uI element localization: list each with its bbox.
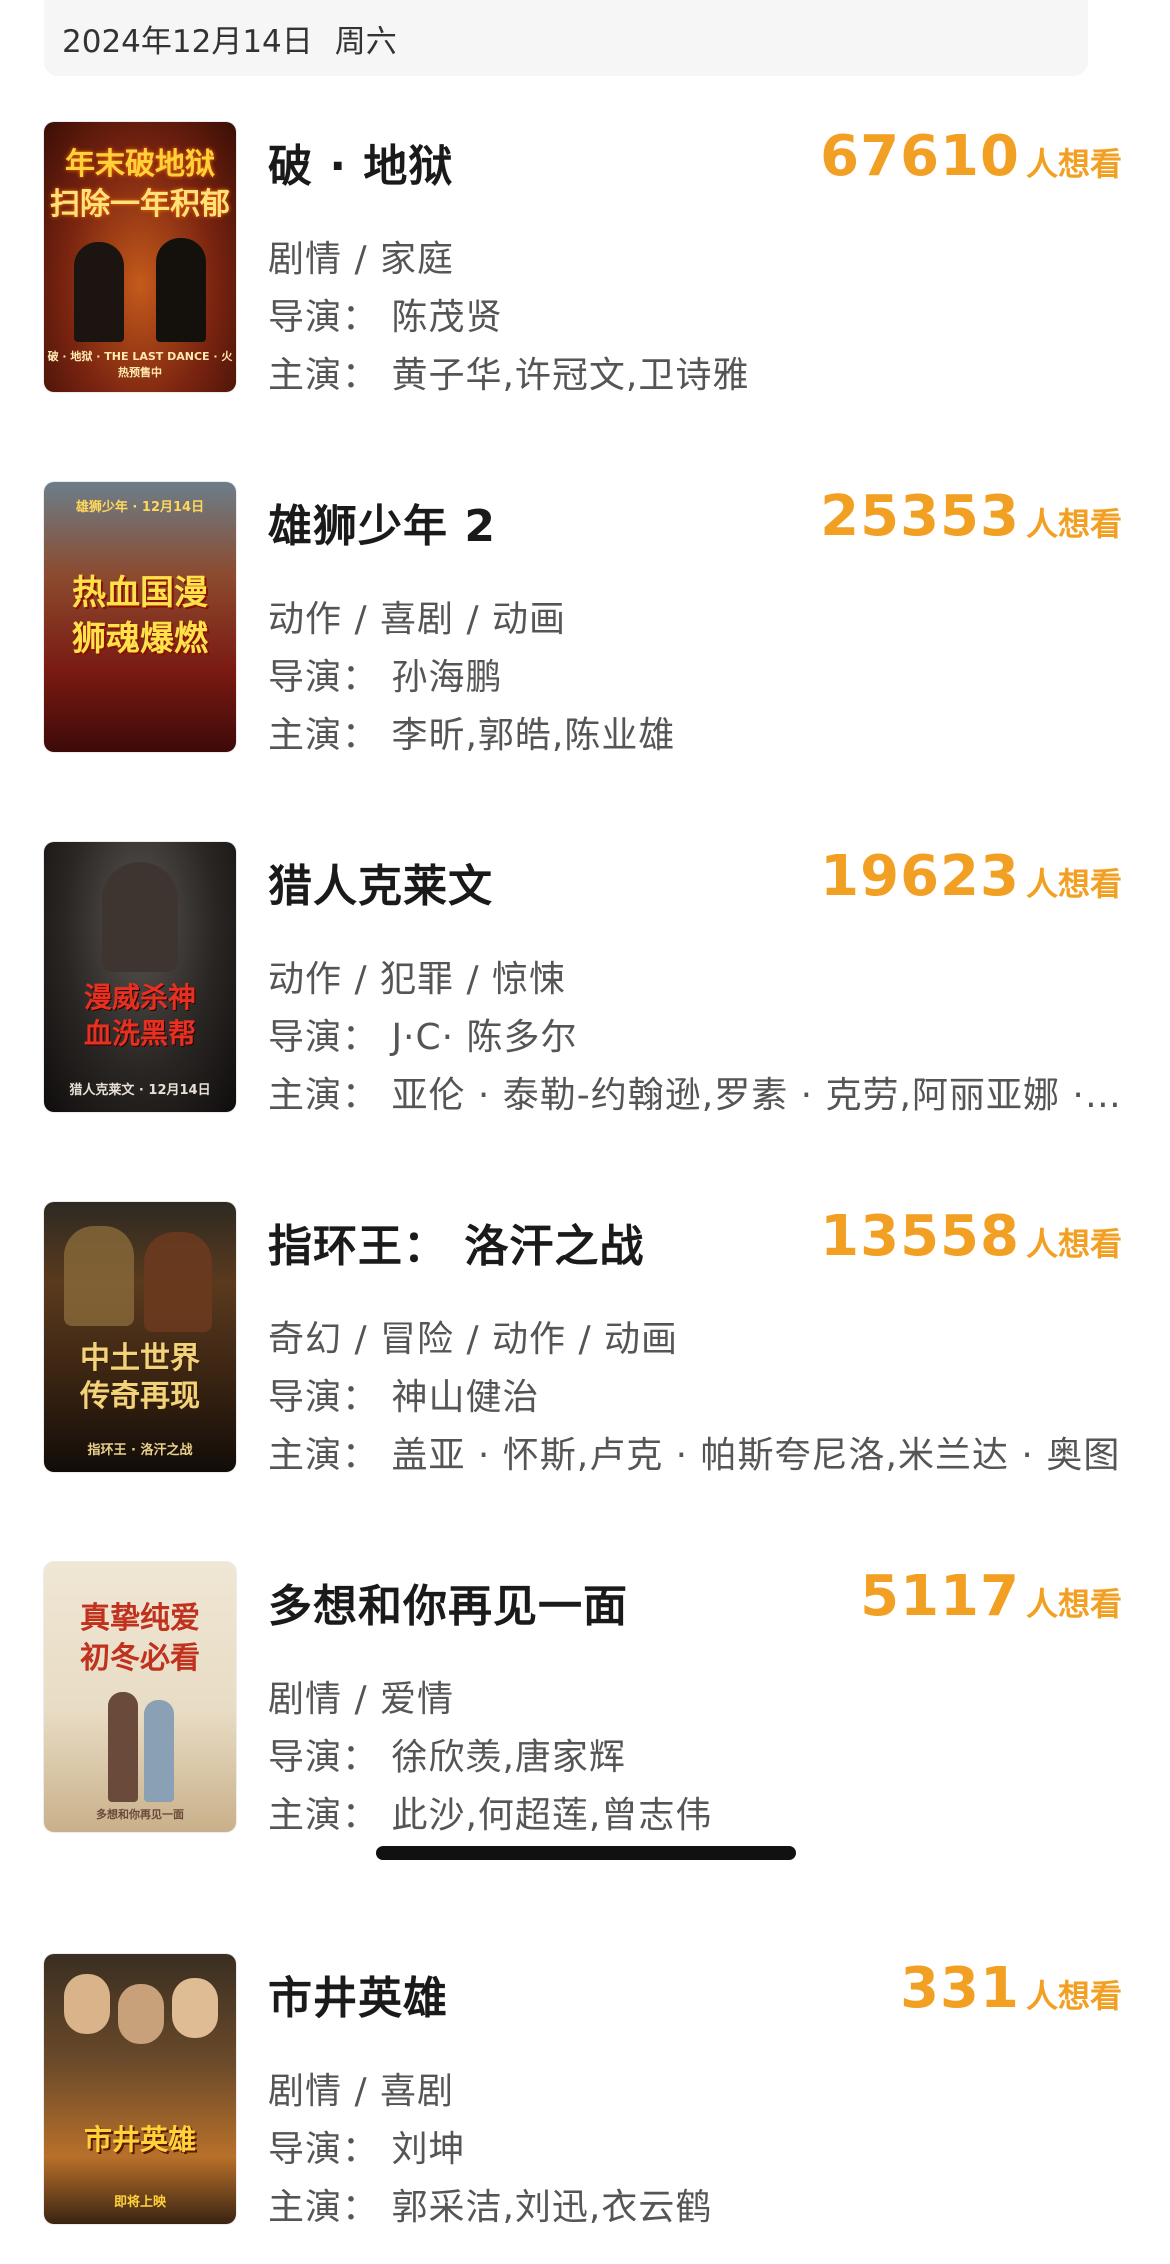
want-number: 331 — [900, 1956, 1020, 2021]
poster-figure — [102, 862, 178, 972]
movie-card[interactable]: 年末破地狱 扫除一年积郁 破 · 地狱 · THE LAST DANCE · 火… — [0, 122, 1170, 396]
movie-poster[interactable]: 漫威杀神 血洗黑帮 猎人克莱文 · 12月14日 — [44, 842, 236, 1112]
movie-actors: 主演： 郭采洁,刘迅,衣云鹤 — [268, 2187, 713, 2228]
movie-actors: 主演： 黄子华,许冠文,卫诗雅 — [268, 355, 750, 396]
movie-genre: 动作 / 喜剧 / 动画 — [268, 599, 567, 640]
poster-figure — [64, 1974, 110, 2034]
weekday-label: 周六 — [334, 23, 397, 60]
want-number: 19623 — [820, 844, 1020, 909]
movie-director: 导演： 神山健治 — [268, 1377, 540, 1418]
movie-poster[interactable]: 市井英雄 即将上映 — [44, 1954, 236, 2224]
want-suffix: 人想看 — [1025, 505, 1122, 543]
poster-figure — [144, 1700, 174, 1802]
poster-figure — [156, 238, 206, 342]
poster-figure — [118, 1984, 164, 2044]
poster-caption: 指环王 · 洛汗之战 — [87, 1443, 193, 1458]
poster-tagline: 狮魂爆燃 — [72, 619, 208, 659]
poster-tagline: 中土世界 — [80, 1341, 200, 1376]
want-suffix: 人想看 — [1025, 145, 1122, 183]
date-label: 2024年12月14日 — [62, 23, 313, 60]
movie-card[interactable]: 漫威杀神 血洗黑帮 猎人克莱文 · 12月14日 猎人克莱文 19623 人想看… — [0, 842, 1170, 1116]
movie-genre: 剧情 / 家庭 — [268, 239, 455, 280]
want-count: 19623 人想看 — [820, 844, 1122, 909]
want-suffix: 人想看 — [1025, 1585, 1122, 1623]
movie-poster[interactable]: 年末破地狱 扫除一年积郁 破 · 地狱 · THE LAST DANCE · 火… — [44, 122, 236, 392]
movie-genre: 奇幻 / 冒险 / 动作 / 动画 — [268, 1319, 679, 1360]
poster-tagline: 传奇再现 — [80, 1379, 200, 1414]
movie-actors: 主演： 亚伦 · 泰勒-约翰逊,罗素 · 克劳,阿丽亚娜 · 德博斯 — [268, 1075, 1130, 1116]
movie-card[interactable]: 真挚纯爱 初冬必看 多想和你再见一面 多想和你再见一面 5117 人想看 剧情 … — [0, 1562, 1170, 1836]
movie-director: 导演： J·C· 陈多尔 — [268, 1017, 578, 1058]
movie-title[interactable]: 破 · 地狱 — [268, 130, 453, 194]
movie-actors: 主演： 盖亚 · 怀斯,卢克 · 帕斯夸尼洛,米兰达 · 奥图 — [268, 1435, 1121, 1476]
want-count: 5117 人想看 — [860, 1564, 1122, 1629]
want-suffix: 人想看 — [1025, 1225, 1122, 1263]
movie-card[interactable]: 中土世界 传奇再现 指环王 · 洛汗之战 指环王： 洛汗之战 13558 人想看… — [0, 1202, 1170, 1476]
poster-figure — [172, 1978, 218, 2038]
want-count: 67610 人想看 — [820, 124, 1122, 189]
poster-figure — [108, 1692, 138, 1802]
want-number: 67610 — [820, 124, 1020, 189]
movie-director: 导演： 徐欣羡,唐家辉 — [268, 1737, 626, 1778]
movie-title[interactable]: 雄狮少年 2 — [268, 490, 496, 554]
movie-title[interactable]: 多想和你再见一面 — [268, 1570, 628, 1634]
poster-tagline: 漫威杀神 — [83, 981, 196, 1014]
want-count: 13558 人想看 — [820, 1204, 1122, 1269]
movie-actors: 主演： 此沙,何超莲,曾志伟 — [268, 1795, 713, 1836]
date-header: 2024年12月14日 周六 — [44, 0, 1088, 76]
poster-tagline: 年末破地狱 — [65, 147, 215, 182]
want-count: 331 人想看 — [900, 1956, 1122, 2021]
poster-caption: 雄狮少年 · 12月14日 — [75, 500, 205, 515]
want-suffix: 人想看 — [1025, 865, 1122, 903]
movie-title[interactable]: 猎人克莱文 — [268, 850, 493, 914]
want-suffix: 人想看 — [1025, 1977, 1122, 2015]
home-indicator[interactable] — [376, 1846, 796, 1860]
poster-caption: 破 · 地狱 · THE LAST DANCE · 火热预售中 — [47, 350, 233, 379]
movie-title[interactable]: 市井英雄 — [268, 1962, 448, 2026]
poster-figure — [144, 1232, 212, 1332]
movie-poster[interactable]: 雄狮少年 · 12月14日 热血国漫 狮魂爆燃 — [44, 482, 236, 752]
want-number: 5117 — [860, 1564, 1020, 1629]
poster-tagline: 市井英雄 — [83, 2123, 196, 2156]
poster-tagline: 热血国漫 — [72, 573, 208, 613]
want-number: 25353 — [820, 484, 1020, 549]
poster-caption: 多想和你再见一面 — [96, 1808, 184, 1821]
want-count: 25353 人想看 — [820, 484, 1122, 549]
poster-figure — [64, 1226, 134, 1326]
movie-poster[interactable]: 真挚纯爱 初冬必看 多想和你再见一面 — [44, 1562, 236, 1832]
poster-tagline: 真挚纯爱 — [80, 1601, 200, 1636]
movie-actors: 主演： 李昕,郭皓,陈业雄 — [268, 715, 676, 756]
movie-card[interactable]: 市井英雄 即将上映 市井英雄 331 人想看 剧情 / 喜剧 导演： 刘坤 主演… — [0, 1954, 1170, 2228]
movie-director: 导演： 刘坤 — [268, 2129, 466, 2170]
movie-director: 导演： 孙海鹏 — [268, 657, 503, 698]
movie-director: 导演： 陈茂贤 — [268, 297, 503, 338]
want-number: 13558 — [820, 1204, 1020, 1269]
movie-genre: 剧情 / 喜剧 — [268, 2071, 455, 2112]
movie-card[interactable]: 雄狮少年 · 12月14日 热血国漫 狮魂爆燃 雄狮少年 2 25353 人想看… — [0, 482, 1170, 756]
poster-figure — [74, 242, 124, 342]
poster-tagline: 初冬必看 — [80, 1641, 200, 1676]
poster-caption: 猎人克莱文 · 12月14日 — [69, 1083, 211, 1098]
movie-genre: 剧情 / 爱情 — [268, 1679, 455, 1720]
poster-tagline: 扫除一年积郁 — [50, 187, 230, 222]
movie-poster[interactable]: 中土世界 传奇再现 指环王 · 洛汗之战 — [44, 1202, 236, 1472]
poster-tagline: 血洗黑帮 — [83, 1017, 196, 1050]
movie-genre: 动作 / 犯罪 / 惊悚 — [268, 959, 567, 1000]
poster-caption: 即将上映 — [113, 2195, 166, 2210]
movie-title[interactable]: 指环王： 洛汗之战 — [268, 1210, 644, 1274]
